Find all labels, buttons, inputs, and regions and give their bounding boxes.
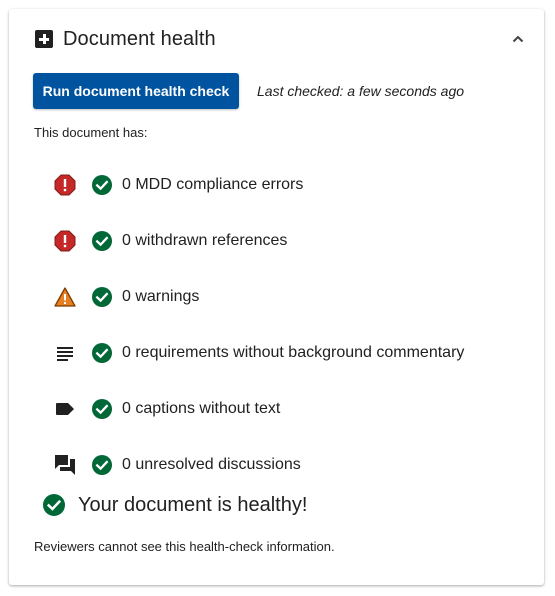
list-item: 0 unresolved discussions xyxy=(53,453,301,477)
panel-title: Document health xyxy=(63,27,216,50)
check-circle-icon xyxy=(91,286,113,308)
check-circle-icon xyxy=(91,230,113,252)
chat-bubbles-icon xyxy=(53,453,77,477)
check-circle-icon xyxy=(91,174,113,196)
chevron-up-icon xyxy=(512,35,524,43)
list-item: 0 requirements without background commen… xyxy=(53,341,464,365)
item-label: 0 warnings xyxy=(122,288,200,305)
summary-intro: This document has: xyxy=(34,125,148,140)
list-item: 0 captions without text xyxy=(53,397,280,421)
label-tag-icon xyxy=(53,397,77,421)
last-checked-text: Last checked: a few seconds ago xyxy=(257,83,465,99)
item-label: 0 requirements without background commen… xyxy=(122,344,465,361)
error-octagon-icon xyxy=(53,229,77,253)
check-circle-icon xyxy=(91,454,113,476)
lines-icon xyxy=(53,341,77,365)
collapse-button[interactable] xyxy=(506,27,530,51)
item-label: 0 withdrawn references xyxy=(122,232,288,249)
plus-box-icon xyxy=(35,30,53,48)
health-result: Your document is healthy! xyxy=(42,491,307,519)
item-label: 0 MDD compliance errors xyxy=(122,176,304,193)
panel-header: Document health xyxy=(35,27,216,51)
health-result-text: Your document is healthy! xyxy=(78,493,308,516)
error-octagon-icon xyxy=(53,173,77,197)
check-circle-icon xyxy=(91,342,113,364)
item-label: 0 captions without text xyxy=(122,400,281,417)
reviewer-note: Reviewers cannot see this health-check i… xyxy=(34,539,335,554)
list-item: 0 withdrawn references xyxy=(53,229,287,253)
list-item: 0 warnings xyxy=(53,285,199,309)
list-item: 0 MDD compliance errors xyxy=(53,173,303,197)
warning-triangle-icon xyxy=(53,285,77,309)
document-health-panel: Document health Run document health chec… xyxy=(9,9,544,585)
run-health-check-button[interactable]: Run document health check xyxy=(33,73,239,109)
item-label: 0 unresolved discussions xyxy=(122,456,301,473)
check-circle-icon xyxy=(42,493,66,517)
check-circle-icon xyxy=(91,398,113,420)
